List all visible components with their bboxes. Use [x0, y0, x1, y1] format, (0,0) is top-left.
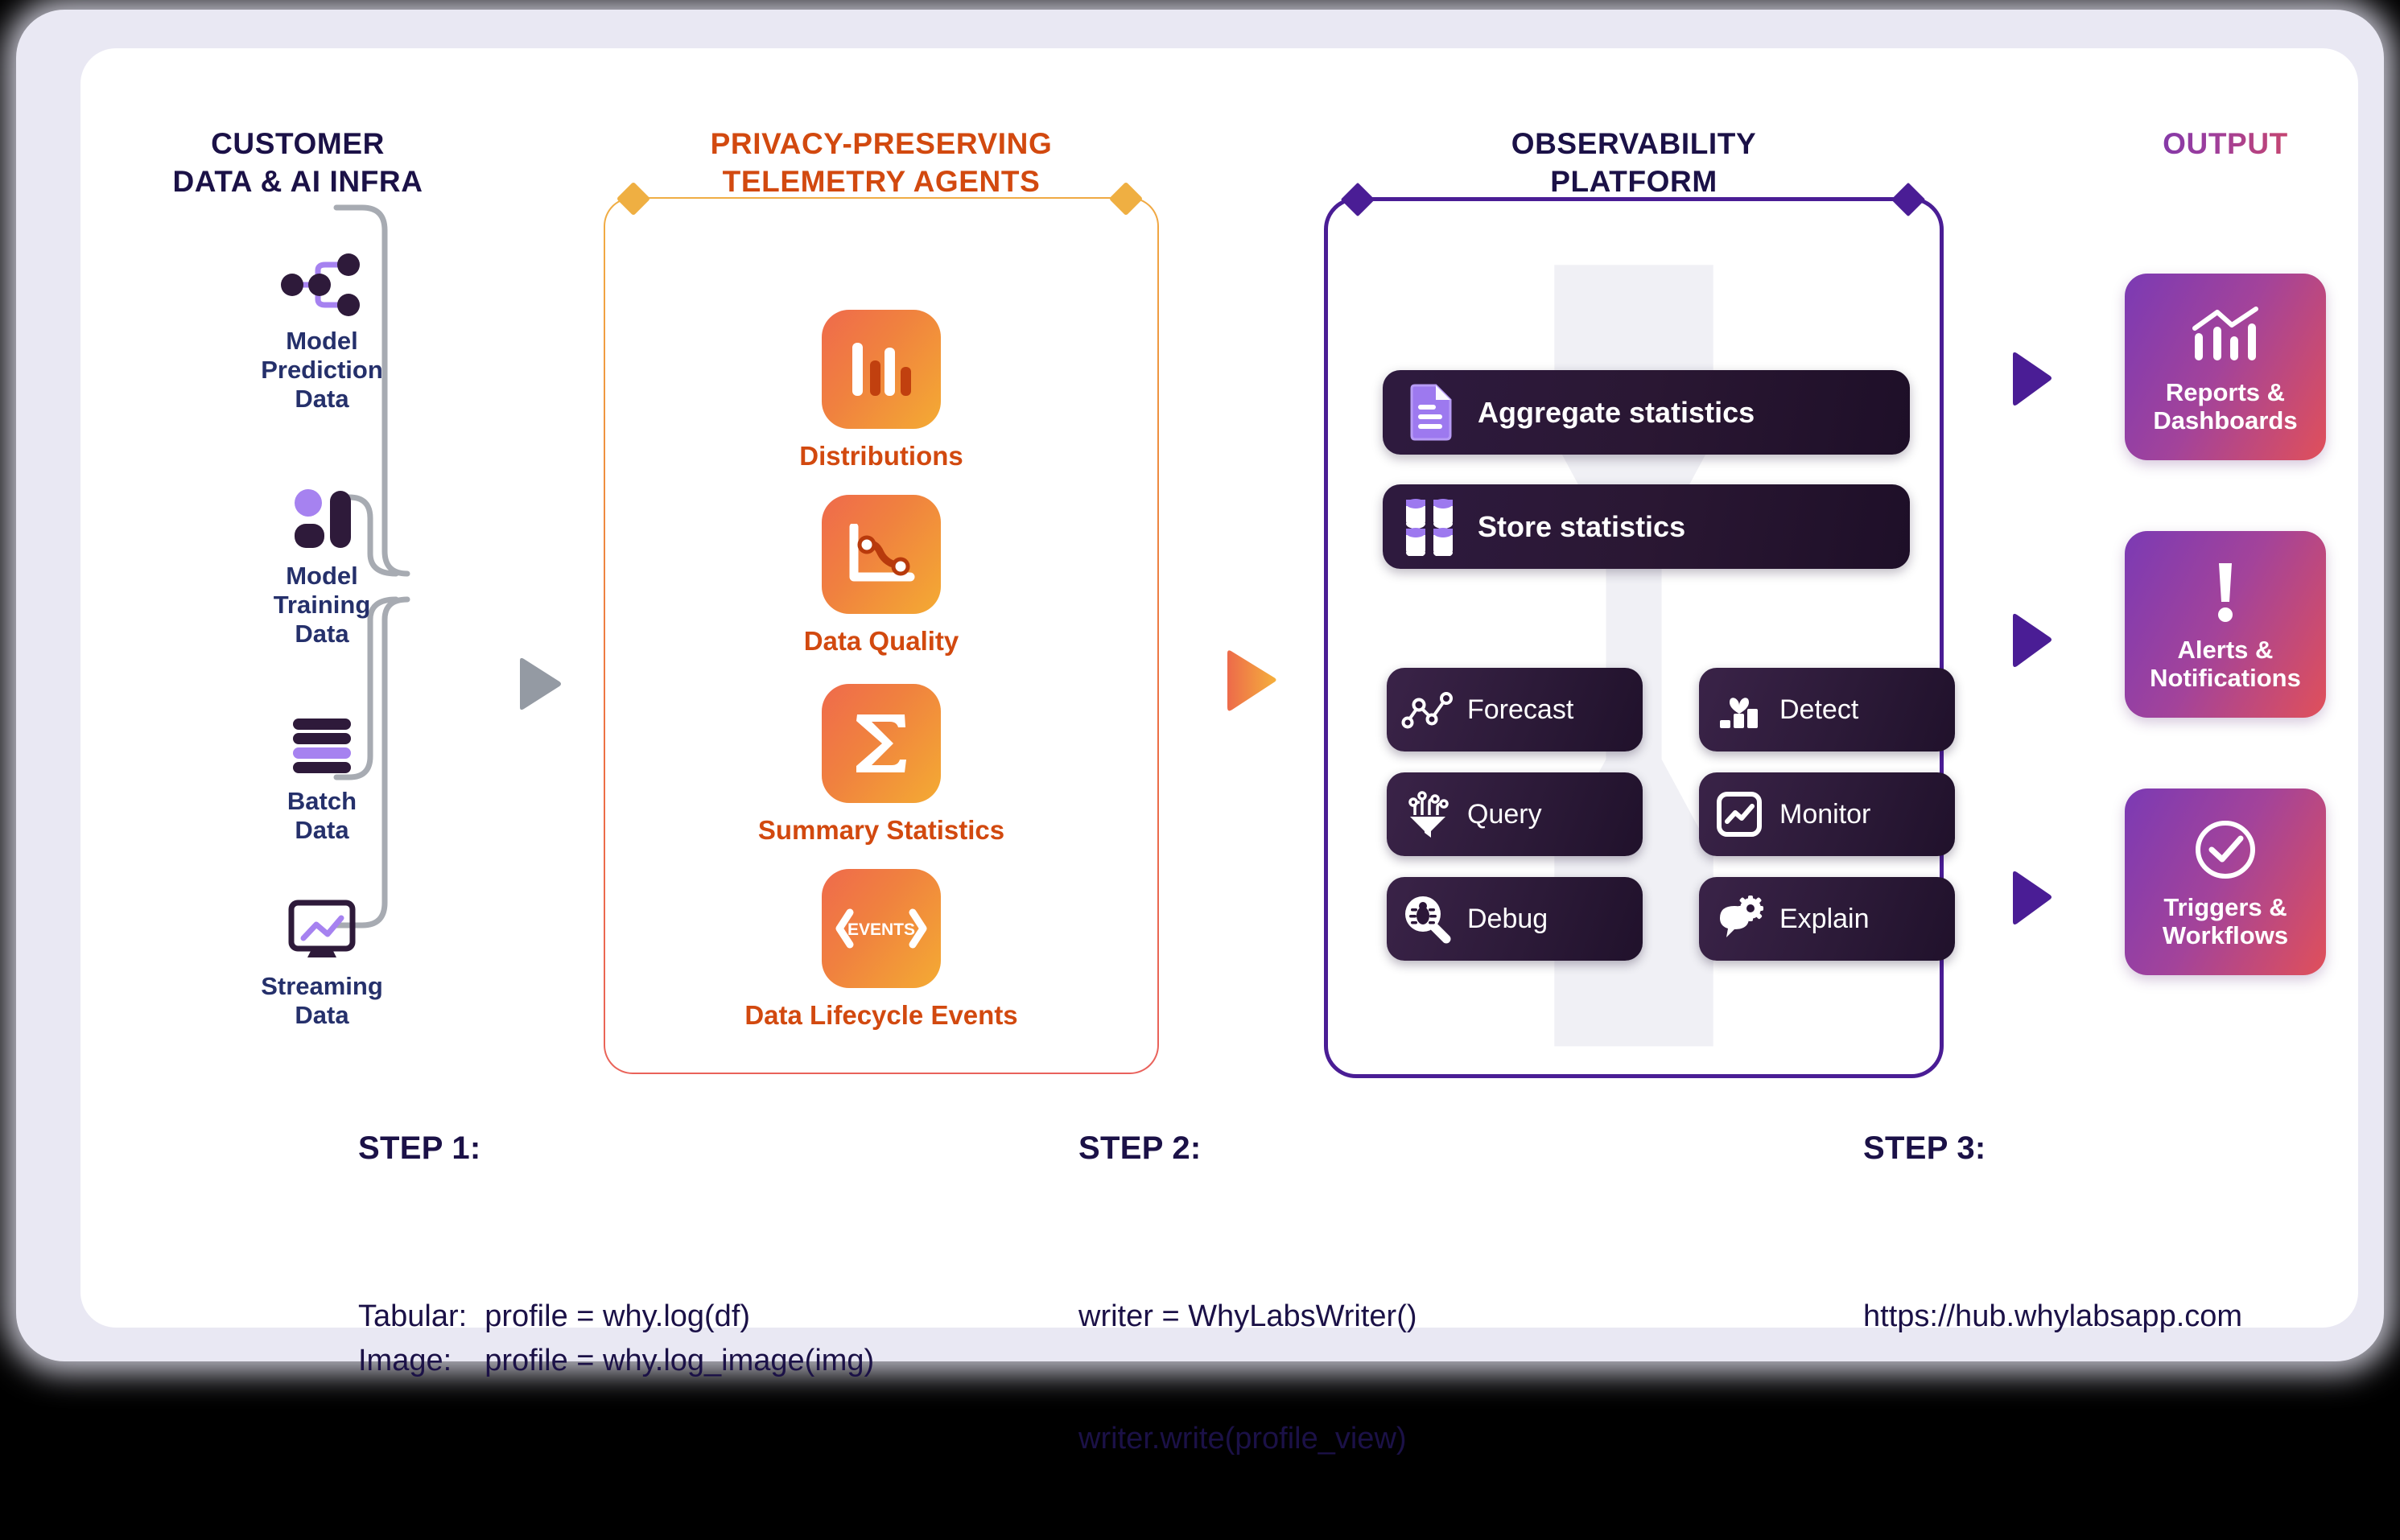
events-icon-text: EVENTS — [847, 920, 915, 939]
diagram-card: CUSTOMER DATA & AI INFRA PRIVACY-PRESERV… — [80, 48, 2358, 1456]
trend-nodes-icon — [1387, 690, 1467, 730]
source-batch-data: Batch Data — [229, 708, 414, 845]
source-model-training-data: Model Training Data — [229, 483, 414, 649]
platform-capability-detect[interactable]: Detect — [1699, 668, 1955, 751]
step1-row2-key: Image: — [358, 1343, 452, 1377]
bar-chart-blocks-icon — [229, 483, 414, 557]
arrow-telemetry-to-platform — [1222, 648, 1280, 718]
source-label: Model Prediction Data — [261, 327, 383, 413]
funnel-circuit-icon — [1387, 789, 1467, 839]
exclamation-icon — [2209, 557, 2241, 628]
step-2-code: writer = WhyLabsWriter() writer.write(pr… — [1078, 1215, 1417, 1540]
events-chevrons-icon: EVENTS — [822, 869, 941, 988]
capability-label: Monitor — [1779, 798, 1871, 830]
line-chart-axes-icon — [822, 495, 941, 614]
telemetry-tile-label: Data Lifecycle Events — [744, 1000, 1018, 1030]
step-1-code: Tabular: profile = why.log(df) Image: pr… — [358, 1215, 874, 1462]
observability-title-line1: OBSERVABILITY — [1511, 127, 1757, 160]
source-label: Streaming Data — [261, 972, 383, 1029]
arrow-to-reports — [2008, 350, 2055, 412]
platform-row-aggregate-statistics[interactable]: Aggregate statistics — [1383, 370, 1910, 455]
step-2-title: STEP 2: — [1078, 1130, 1202, 1166]
telemetry-tile-distributions[interactable]: Distributions — [604, 310, 1159, 471]
output-card-triggers-workflows[interactable]: Triggers & Workflows — [2125, 789, 2326, 975]
observability-title-line2: PLATFORM — [1550, 165, 1718, 199]
monitor-stream-icon — [229, 893, 414, 967]
output-card-label: Triggers & Workflows — [2162, 892, 2289, 949]
output-card-label: Alerts & Notifications — [2150, 635, 2301, 692]
output-column-title: OUTPUT — [2109, 125, 2342, 163]
platform-capability-debug[interactable]: Debug — [1387, 877, 1643, 961]
telemetry-tile-data-quality[interactable]: Data Quality — [604, 495, 1159, 657]
network-nodes-icon — [229, 248, 414, 322]
step1-row1-code: profile = why.log(df) — [485, 1299, 751, 1334]
arrow-to-alerts — [2008, 611, 2055, 673]
platform-row-label: Aggregate statistics — [1478, 395, 1755, 429]
platform-capability-monitor[interactable]: Monitor — [1699, 772, 1955, 856]
telemetry-tile-label: Data Quality — [803, 626, 959, 656]
step3-line1: https://hub.whylabsapp.com — [1863, 1299, 2243, 1334]
platform-capability-query[interactable]: Query — [1387, 772, 1643, 856]
capability-label: Debug — [1467, 903, 1548, 934]
step-3-title: STEP 3: — [1863, 1130, 1986, 1166]
output-card-reports-dashboards[interactable]: Reports & Dashboards — [2125, 274, 2326, 460]
telemetry-title-line2: TELEMETRY AGENTS — [722, 165, 1041, 199]
step2-line2: writer.write(profile_view) — [1078, 1421, 1407, 1456]
telemetry-tile-label: Distributions — [799, 441, 963, 471]
arrow-sources-to-telemetry — [515, 656, 563, 716]
step1-row2-code: profile = why.log_image(img) — [485, 1343, 875, 1377]
step2-line1: writer = WhyLabsWriter() — [1078, 1299, 1417, 1334]
bug-magnifier-icon — [1387, 894, 1467, 944]
database-stack-icon — [229, 708, 414, 782]
platform-row-store-statistics[interactable]: Store statistics — [1383, 484, 1910, 569]
platform-row-label: Store statistics — [1478, 509, 1686, 543]
arrow-to-triggers — [2008, 869, 2055, 931]
telemetry-tile-summary-statistics[interactable]: Summary Statistics — [604, 684, 1159, 846]
capability-label: Detect — [1779, 694, 1859, 725]
output-card-alerts-notifications[interactable]: Alerts & Notifications — [2125, 531, 2326, 718]
source-model-prediction-data: Model Prediction Data — [229, 248, 414, 414]
step1-row1-key: Tabular: — [358, 1299, 468, 1334]
step-3-code: https://hub.whylabsapp.com — [1863, 1215, 2242, 1419]
capability-label: Forecast — [1467, 694, 1574, 725]
check-circle-icon — [2192, 814, 2258, 885]
chat-gear-icon — [1699, 896, 1779, 942]
bar-line-chart-icon — [2190, 299, 2261, 370]
capability-label: Query — [1467, 798, 1542, 830]
telemetry-tile-data-lifecycle-events[interactable]: EVENTS Data Lifecycle Events — [604, 869, 1159, 1031]
sigma-icon — [822, 684, 941, 803]
platform-capability-forecast[interactable]: Forecast — [1387, 668, 1643, 751]
output-card-label: Reports & Dashboards — [2153, 377, 2298, 434]
source-label: Model Training Data — [273, 562, 371, 648]
telemetry-tile-label: Summary Statistics — [757, 815, 1005, 845]
telemetry-column-title: PRIVACY-PRESERVING TELEMETRY AGENTS — [559, 125, 1203, 201]
source-streaming-data: Streaming Data — [229, 893, 414, 1030]
telemetry-title-line1: PRIVACY-PRESERVING — [710, 127, 1053, 160]
source-label: Batch Data — [287, 787, 357, 844]
heartbeat-bars-icon — [1699, 688, 1779, 731]
document-lines-icon — [1383, 384, 1478, 442]
histogram-bars-icon — [822, 310, 941, 429]
observability-column-title: OBSERVABILITY PLATFORM — [1336, 125, 1932, 201]
step-1-title: STEP 1: — [358, 1130, 481, 1166]
database-cylinders-icon — [1383, 498, 1478, 556]
capability-label: Explain — [1779, 903, 1870, 934]
output-title: OUTPUT — [2163, 127, 2288, 160]
chart-frame-icon — [1699, 791, 1779, 838]
platform-capability-explain[interactable]: Explain — [1699, 877, 1955, 961]
outer-frame: CUSTOMER DATA & AI INFRA PRIVACY-PRESERV… — [16, 10, 2384, 1456]
